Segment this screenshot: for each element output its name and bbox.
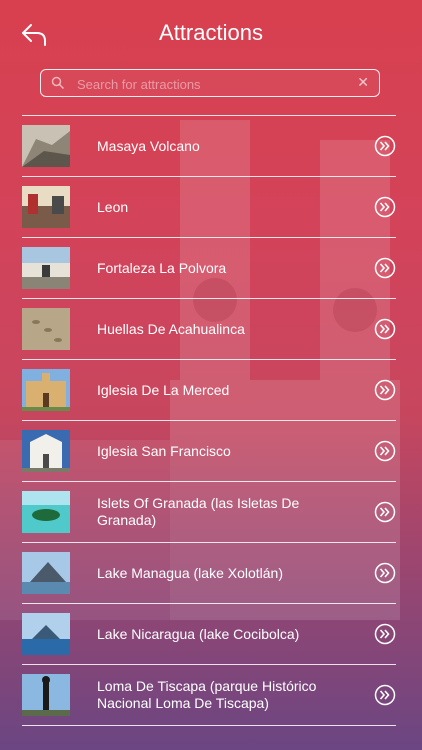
attraction-label: Fortaleza La Polvora: [97, 259, 227, 276]
attraction-thumbnail: [22, 247, 70, 289]
list-item[interactable]: Leon: [22, 177, 396, 238]
search-icon: [51, 76, 65, 90]
chevron-right-icon[interactable]: [374, 318, 396, 340]
chevron-right-icon[interactable]: [374, 562, 396, 584]
chevron-right-icon[interactable]: [374, 684, 396, 706]
chevron-right-icon[interactable]: [374, 379, 396, 401]
list-item[interactable]: Lake Nicaragua (lake Cocibolca): [22, 604, 396, 665]
list-item[interactable]: Loma De Tiscapa (parque Histórico Nacion…: [22, 665, 396, 726]
chevron-right-icon[interactable]: [374, 623, 396, 645]
attraction-label: Iglesia San Francisco: [97, 442, 231, 459]
list-item[interactable]: Fortaleza La Polvora: [22, 238, 396, 299]
attraction-label: Islets Of Granada (las Isletas De Granad…: [97, 495, 300, 528]
list-item[interactable]: Islets Of Granada (las Isletas De Granad…: [22, 482, 396, 543]
chevron-right-icon[interactable]: [374, 135, 396, 157]
list-item[interactable]: Lake Managua (lake Xolotlán): [22, 543, 396, 604]
attraction-label: Iglesia De La Merced: [97, 381, 230, 398]
attractions-list: Masaya Volcano Leon Fortaleza La Polvora…: [22, 115, 396, 726]
attraction-thumbnail: [22, 125, 70, 167]
attraction-thumbnail: [22, 674, 70, 716]
clear-icon[interactable]: ✕: [357, 74, 369, 91]
search-input[interactable]: [75, 72, 339, 96]
chevron-right-icon[interactable]: [374, 257, 396, 279]
attraction-label: Lake Managua (lake Xolotlán): [97, 564, 284, 581]
search-bar[interactable]: ✕: [40, 69, 380, 97]
attraction-thumbnail: [22, 186, 70, 228]
attraction-label: Leon: [97, 198, 129, 215]
chevron-right-icon[interactable]: [374, 501, 396, 523]
attraction-label: Loma De Tiscapa (parque Histórico Nacion…: [97, 678, 317, 711]
page-title: Attractions: [159, 20, 263, 45]
attraction-thumbnail: [22, 613, 70, 655]
list-item[interactable]: Iglesia San Francisco: [22, 421, 396, 482]
chevron-right-icon[interactable]: [374, 440, 396, 462]
attraction-thumbnail: [22, 491, 70, 533]
list-item[interactable]: Iglesia De La Merced: [22, 360, 396, 421]
attraction-label: Lake Nicaragua (lake Cocibolca): [97, 625, 300, 642]
chevron-right-icon[interactable]: [374, 196, 396, 218]
top-bar: Attractions: [0, 0, 422, 70]
list-item[interactable]: Masaya Volcano: [22, 116, 396, 177]
attraction-thumbnail: [22, 552, 70, 594]
attraction-label: Huellas De Acahualinca: [97, 320, 245, 337]
attraction-thumbnail: [22, 308, 70, 350]
attraction-label: Masaya Volcano: [97, 137, 200, 154]
list-item[interactable]: Huellas De Acahualinca: [22, 299, 396, 360]
attraction-thumbnail: [22, 430, 70, 472]
attraction-thumbnail: [22, 369, 70, 411]
